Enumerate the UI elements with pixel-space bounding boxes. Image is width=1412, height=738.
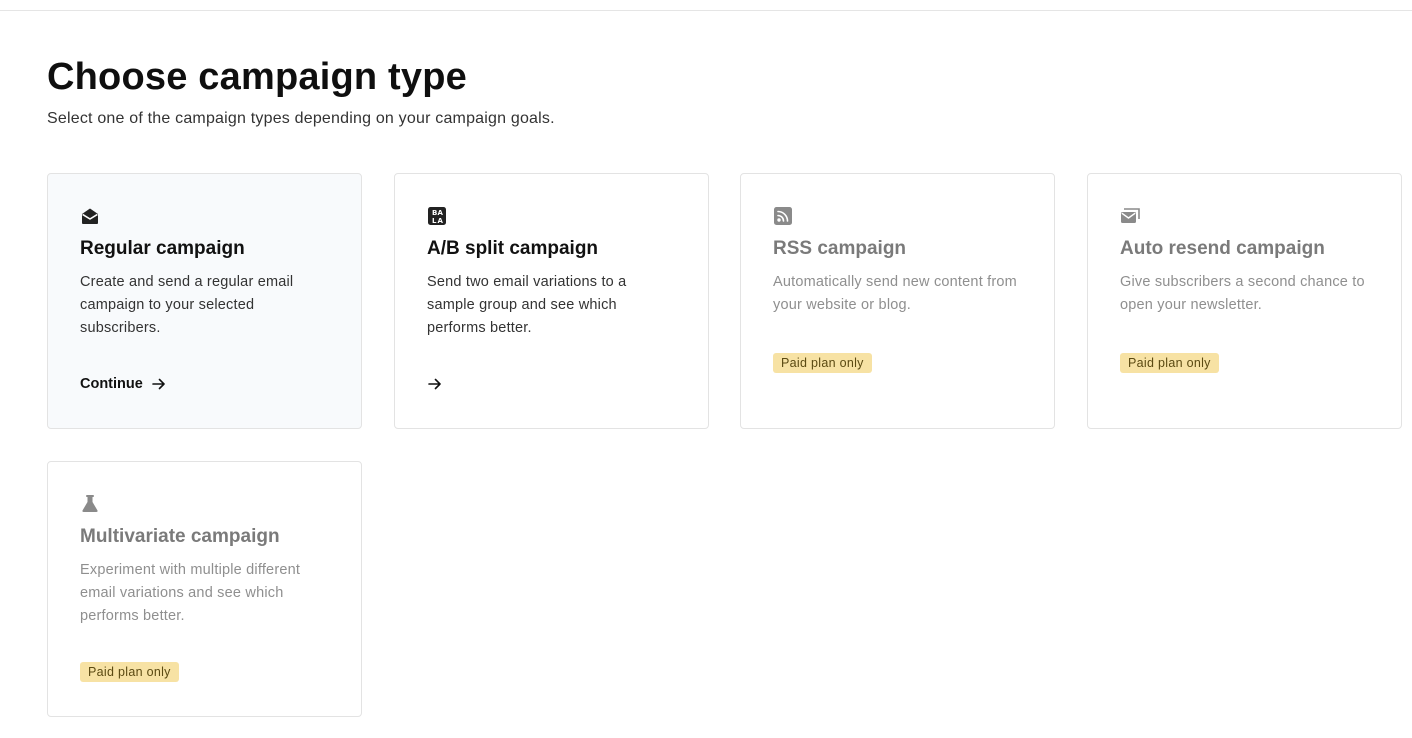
card-description: Create and send a regular email campaign… [80,274,294,336]
card-title: Multivariate campaign [80,526,280,547]
card-multivariate-campaign[interactable]: Multivariate campaign Experiment with mu… [47,461,362,717]
card-ab-split-campaign[interactable]: B A L A A/B split campaign Send two emai… [394,173,709,429]
paid-plan-badge: Paid plan only [773,353,872,373]
card-regular-campaign[interactable]: Regular campaign Create and send a regul… [47,173,362,429]
flask-icon [80,494,100,514]
continue-button[interactable] [427,376,443,392]
card-rss-campaign[interactable]: RSS campaign Automatically send new cont… [740,173,1055,429]
card-title: RSS campaign [773,238,907,259]
arrow-right-icon [427,376,443,392]
svg-text:A: A [438,217,444,225]
svg-text:L: L [432,217,437,225]
card-description: Send two email variations to a sample gr… [427,274,627,336]
stacked-envelopes-icon [1120,206,1140,226]
card-auto-resend-campaign[interactable]: Auto resend campaign Give subscribers a … [1087,173,1402,429]
card-description: Experiment with multiple different email… [80,562,301,624]
card-title: Regular campaign [80,238,245,259]
paid-plan-badge: Paid plan only [1120,353,1219,373]
svg-text:A: A [438,209,444,217]
card-title: A/B split campaign [427,238,599,259]
arrow-right-icon [151,376,167,392]
open-envelope-icon [80,206,100,226]
card-title: Auto resend campaign [1120,238,1325,259]
rss-icon [773,206,793,226]
page-subtitle: Select one of the campaign types dependi… [47,110,555,127]
card-description: Give subscribers a second chance to open… [1120,274,1365,313]
page-title: Choose campaign type [47,56,467,98]
paid-plan-badge: Paid plan only [80,662,179,682]
continue-label: Continue [80,376,143,392]
continue-button[interactable]: Continue [80,376,167,392]
card-description: Automatically send new content from your… [773,274,1017,313]
top-bar [0,0,1412,11]
ab-split-icon: B A L A [427,206,447,226]
